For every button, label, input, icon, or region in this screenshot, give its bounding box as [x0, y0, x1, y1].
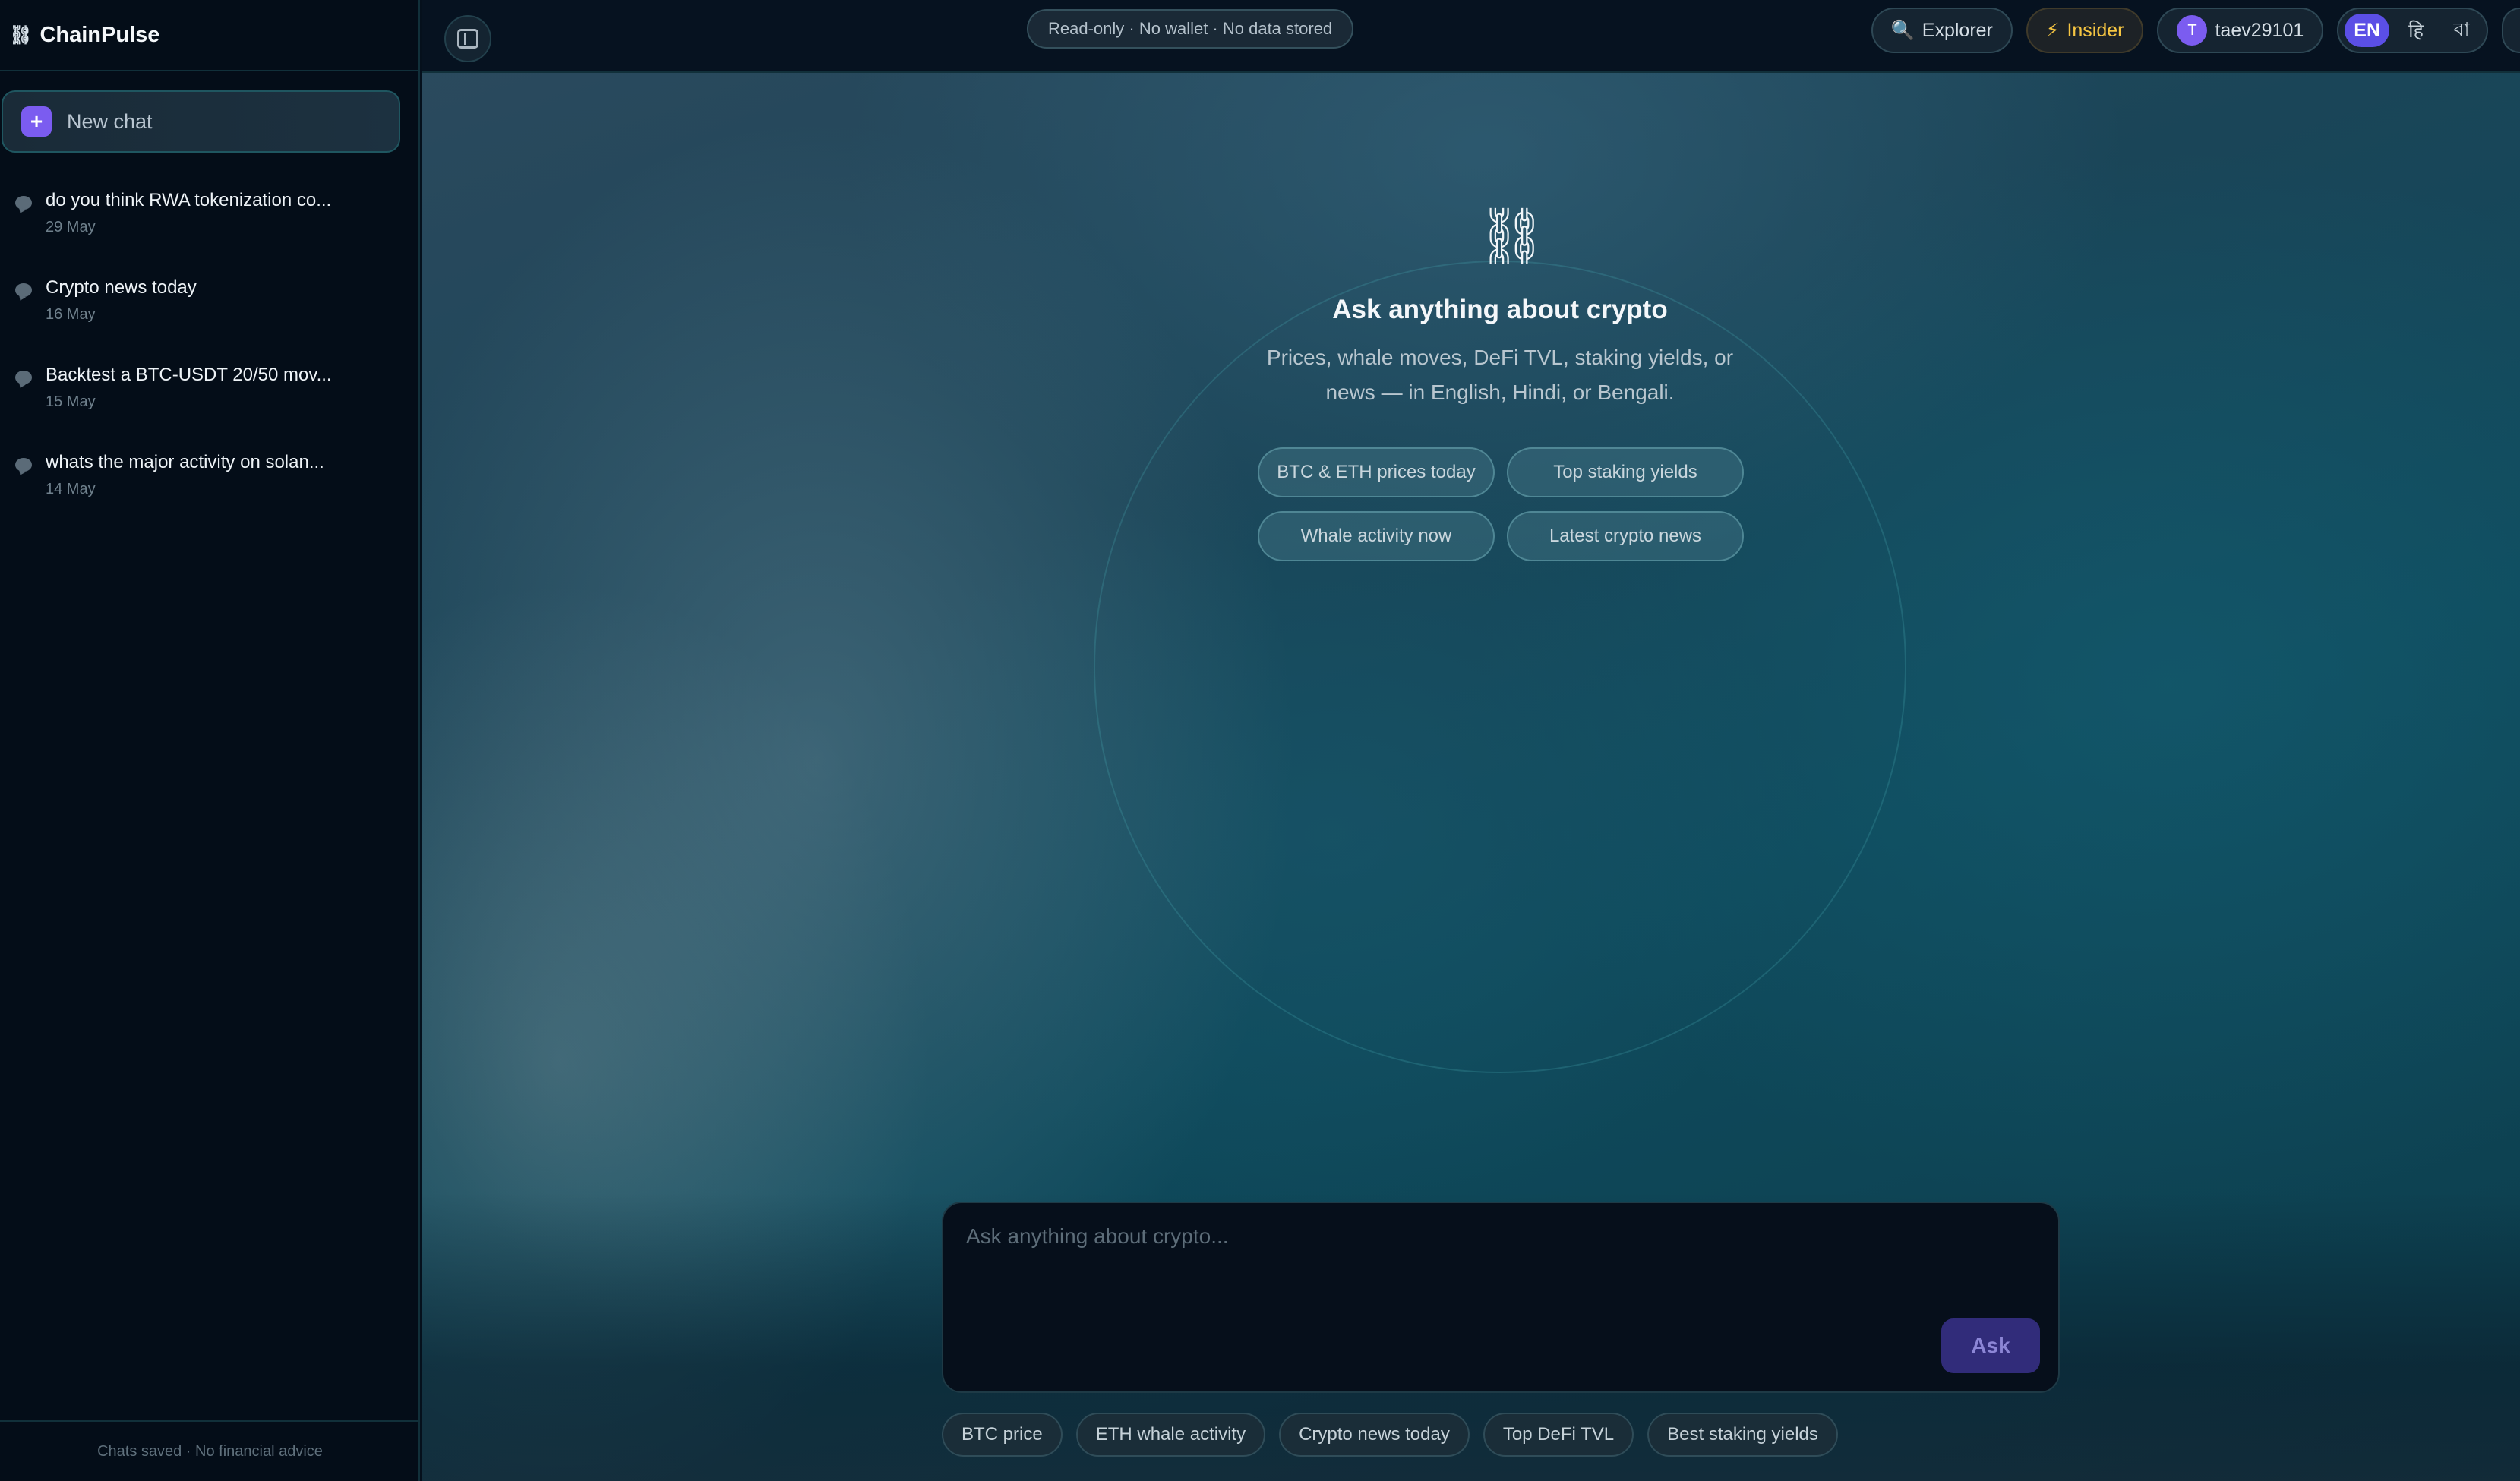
- chat-history-item[interactable]: whats the major activity on solan... 14 …: [0, 444, 420, 532]
- quick-chip[interactable]: Crypto news today: [1279, 1413, 1470, 1457]
- chat-input[interactable]: [966, 1224, 1953, 1315]
- lightning-icon: ⚡: [2045, 20, 2060, 41]
- explorer-button[interactable]: 🔍 Explorer: [1871, 8, 2013, 53]
- sidebar-toggle-icon: [457, 29, 478, 49]
- chat-history-item[interactable]: Backtest a BTC-USDT 20/50 mov... 15 May: [0, 357, 420, 444]
- language-option-hi[interactable]: हि: [2397, 14, 2435, 47]
- username: taev29101: [2215, 19, 2304, 41]
- chat-history-item[interactable]: Crypto news today 16 May: [0, 270, 420, 357]
- language-option-bn[interactable]: বা: [2443, 14, 2481, 47]
- quick-chips: BTC price ETH whale activity Crypto news…: [942, 1413, 1838, 1457]
- main-area: Read-only · No wallet · No data stored 🔍…: [422, 0, 2520, 1481]
- new-chat-button[interactable]: + New chat: [2, 90, 400, 153]
- chat-composer: Ask: [942, 1202, 2060, 1393]
- explorer-label: Explorer: [1922, 19, 1993, 41]
- quick-chip[interactable]: ETH whale activity: [1075, 1413, 1266, 1457]
- chat-date: 15 May: [46, 393, 96, 410]
- chat-title: do you think RWA tokenization co...: [46, 190, 332, 210]
- plus-icon: +: [21, 106, 52, 137]
- page-subtitle: Prices, whale moves, DeFi TVL, staking y…: [1266, 346, 1734, 404]
- status-badge: Read-only · No wallet · No data stored: [1027, 9, 1354, 49]
- user-menu-button[interactable]: T taev29101: [2157, 8, 2324, 53]
- language-option-en[interactable]: EN: [2345, 14, 2389, 47]
- magnifier-icon: 🔍: [1890, 19, 1915, 41]
- insider-button[interactable]: ⚡ Insider: [2026, 8, 2144, 53]
- chat-title: Backtest a BTC-USDT 20/50 mov...: [46, 365, 332, 385]
- brand[interactable]: ⛓ ChainPulse: [0, 0, 418, 71]
- avatar: T: [2177, 15, 2208, 46]
- chat-date: 29 May: [46, 219, 96, 235]
- quick-chip[interactable]: Best staking yields: [1647, 1413, 1838, 1457]
- suggestion-button[interactable]: Whale activity now: [1258, 511, 1495, 561]
- top-bar: Read-only · No wallet · No data stored 🔍…: [422, 0, 2520, 73]
- language-switcher: EN हि বা: [2337, 8, 2488, 53]
- ask-button[interactable]: Ask: [1941, 1318, 2040, 1373]
- quick-chip[interactable]: Top DeFi TVL: [1483, 1413, 1634, 1457]
- chat-history-item[interactable]: do you think RWA tokenization co... 29 M…: [0, 182, 420, 270]
- chain-link-icon: ⛓: [9, 24, 33, 46]
- top-right-controls: 🔍 Explorer ⚡ Insider T taev29101 EN हि ব…: [1871, 6, 2520, 55]
- app-name: ChainPulse: [39, 22, 160, 47]
- new-chat-label: New chat: [67, 109, 153, 133]
- chat-history-list: do you think RWA tokenization co... 29 M…: [0, 182, 420, 532]
- suggestion-button[interactable]: Latest crypto news: [1507, 511, 1744, 561]
- chat-date: 14 May: [46, 481, 96, 497]
- sidebar: ⛓ ChainPulse + New chat do you think RWA…: [0, 0, 420, 1481]
- chat-bubble-icon: [15, 283, 32, 297]
- insider-label: Insider: [2067, 19, 2124, 41]
- chat-date: 16 May: [46, 306, 96, 323]
- chat-bubble-icon: [15, 371, 32, 384]
- chat-title: Crypto news today: [46, 277, 197, 298]
- chain-link-icon: ⛓: [1477, 206, 1547, 267]
- page-title: Ask anything about crypto: [1332, 295, 1668, 324]
- collapse-sidebar-button[interactable]: [444, 15, 491, 62]
- suggestion-button[interactable]: BTC & ETH prices today: [1258, 447, 1495, 497]
- suggestion-button[interactable]: Top staking yields: [1507, 447, 1744, 497]
- chat-bubble-icon: [15, 458, 32, 472]
- sidebar-footer: Chats saved · No financial advice: [0, 1420, 420, 1481]
- overflow-button[interactable]: [2502, 8, 2520, 53]
- chat-title: whats the major activity on solan...: [46, 452, 324, 472]
- chat-bubble-icon: [15, 196, 32, 210]
- quick-chip[interactable]: BTC price: [942, 1413, 1063, 1457]
